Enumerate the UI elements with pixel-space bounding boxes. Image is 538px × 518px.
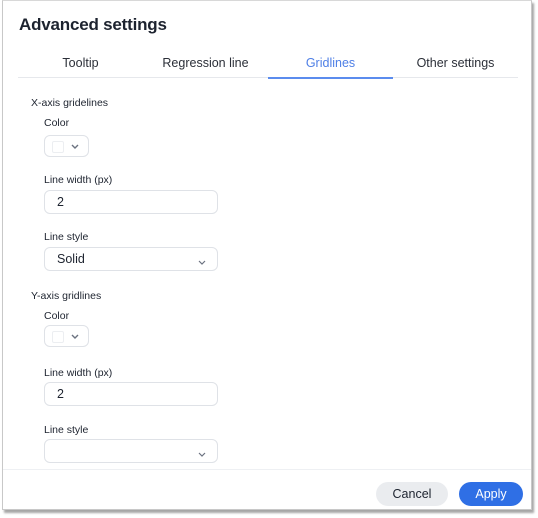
y-axis-line-width-label: Line width (px) xyxy=(44,367,113,379)
y-axis-line-style-select[interactable] xyxy=(44,439,218,463)
y-axis-line-style-label: Line style xyxy=(44,424,89,436)
chevron-down-icon xyxy=(70,329,80,347)
tab-gridlines[interactable]: Gridlines xyxy=(268,53,393,79)
chevron-down-icon xyxy=(70,139,80,157)
chevron-down-icon xyxy=(197,253,207,275)
cancel-button[interactable]: Cancel xyxy=(376,482,448,506)
y-axis-line-width-input[interactable]: 2 xyxy=(44,382,218,406)
x-axis-color-label: Color xyxy=(44,117,70,129)
x-axis-line-width-label: Line width (px) xyxy=(44,174,113,186)
tab-other-settings[interactable]: Other settings xyxy=(393,53,518,77)
color-swatch xyxy=(52,331,64,343)
settings-panel: X-axis gridelines Color Line width (px) … xyxy=(3,79,531,469)
x-axis-line-width-input[interactable]: 2 xyxy=(44,190,218,214)
color-swatch xyxy=(52,141,64,153)
dialog-footer: Cancel Apply xyxy=(3,469,531,510)
apply-button[interactable]: Apply xyxy=(459,482,523,506)
tab-tooltip[interactable]: Tooltip xyxy=(18,53,143,77)
chevron-down-icon xyxy=(197,445,207,467)
y-axis-color-label: Color xyxy=(44,310,70,322)
advanced-settings-dialog: Advanced settings Tooltip Regression lin… xyxy=(2,0,532,510)
tab-regression-line[interactable]: Regression line xyxy=(143,53,268,77)
x-axis-color-picker[interactable] xyxy=(44,135,89,157)
y-axis-section-label: Y-axis gridlines xyxy=(31,290,102,302)
dialog-title: Advanced settings xyxy=(19,15,167,34)
x-axis-line-style-select[interactable]: Solid xyxy=(44,247,218,271)
y-axis-color-picker[interactable] xyxy=(44,325,89,347)
x-axis-line-style-label: Line style xyxy=(44,231,89,243)
tab-bar: Tooltip Regression line Gridlines Other … xyxy=(18,53,518,79)
x-axis-line-style-value: Solid xyxy=(57,252,85,266)
x-axis-section-label: X-axis gridelines xyxy=(31,97,109,109)
